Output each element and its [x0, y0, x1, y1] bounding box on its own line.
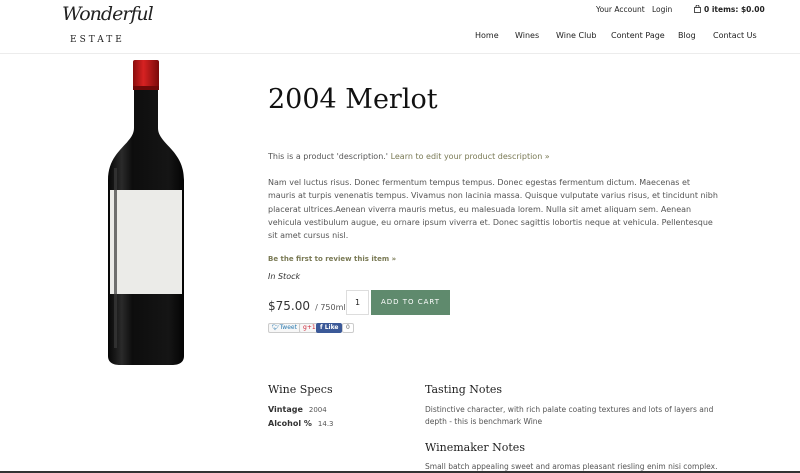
like-label: Like — [324, 324, 339, 331]
logo[interactable]: Wonderful ESTATE — [62, 3, 154, 47]
logo-script: Wonderful — [62, 3, 154, 25]
tweet-button[interactable]: 🐦︎Tweet — [268, 323, 301, 333]
price: $75.00 / 750ml — [268, 295, 346, 314]
your-account-link[interactable]: Your Account — [596, 5, 645, 14]
product-description: This is a product 'description.' Learn t… — [268, 152, 550, 161]
nav-wine-club[interactable]: Wine Club — [556, 31, 596, 40]
quantity-input[interactable]: 1 — [346, 290, 369, 315]
wine-specs-heading: Wine Specs — [268, 383, 333, 396]
nav-wines[interactable]: Wines — [515, 31, 539, 40]
alcohol-label: Alcohol % — [268, 419, 312, 428]
review-link[interactable]: Be the first to review this item » — [268, 255, 396, 263]
logo-estate: ESTATE — [70, 35, 125, 45]
nav-blog[interactable]: Blog — [678, 31, 696, 40]
nav-home[interactable]: Home — [475, 31, 499, 40]
edit-description-link[interactable]: Learn to edit your product description » — [391, 152, 550, 161]
twitter-icon: 🐦︎ — [272, 324, 280, 331]
description-text: This is a product 'description.' — [268, 152, 389, 161]
tasting-notes-heading: Tasting Notes — [425, 383, 503, 396]
add-to-cart-button[interactable]: ADD TO CART — [371, 290, 450, 315]
gplus-label: +1 — [306, 324, 316, 331]
nav-content-page[interactable]: Content Page — [611, 31, 665, 40]
stock-status: In Stock — [268, 272, 301, 281]
cart-summary: 0 items: $0.00 — [704, 5, 765, 14]
wine-bottle-image — [108, 60, 184, 365]
vintage-value: 2004 — [308, 406, 327, 414]
price-unit: / 750ml — [315, 303, 346, 312]
cart-link[interactable]: 0 items: $0.00 — [694, 4, 765, 14]
price-value: $75.00 — [268, 299, 310, 313]
alcohol-value: 14.3 — [317, 420, 334, 428]
winemaker-notes-heading: Winemaker Notes — [425, 441, 525, 454]
bag-icon — [694, 4, 701, 13]
spec-vintage: Vintage 2004 — [268, 405, 327, 414]
site-header: Wonderful ESTATE Your Account Login 0 it… — [0, 0, 800, 54]
product-title: 2004 Merlot — [268, 84, 438, 115]
spec-alcohol: Alcohol % 14.3 — [268, 419, 334, 428]
login-link[interactable]: Login — [652, 5, 672, 14]
vintage-label: Vintage — [268, 405, 303, 414]
tweet-label: Tweet — [279, 324, 297, 331]
nav-contact-us[interactable]: Contact Us — [713, 31, 757, 40]
product-body: Nam vel luctus risus. Donec fermentum te… — [268, 178, 718, 241]
tasting-notes-text: Distinctive character, with rich palate … — [425, 405, 714, 426]
like-count: 0 — [342, 323, 354, 333]
facebook-like-button[interactable]: f Like — [316, 323, 343, 333]
